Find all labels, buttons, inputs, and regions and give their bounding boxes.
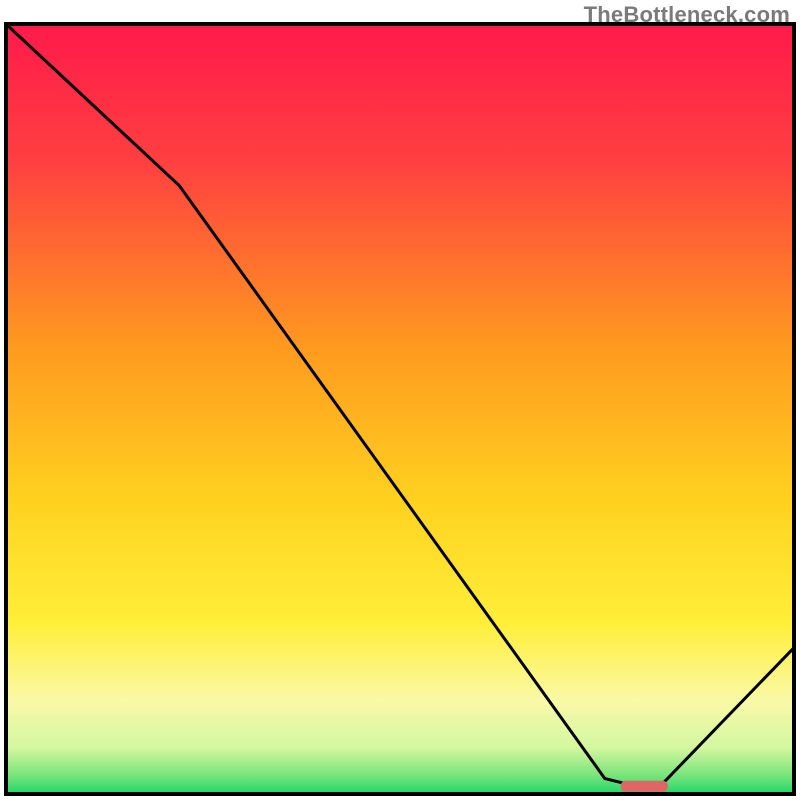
watermark-text: TheBottleneck.com — [584, 2, 790, 28]
highlight-marker — [621, 781, 668, 792]
chart-container: TheBottleneck.com — [0, 0, 800, 800]
plot-area — [6, 24, 794, 794]
chart-svg — [0, 0, 800, 800]
